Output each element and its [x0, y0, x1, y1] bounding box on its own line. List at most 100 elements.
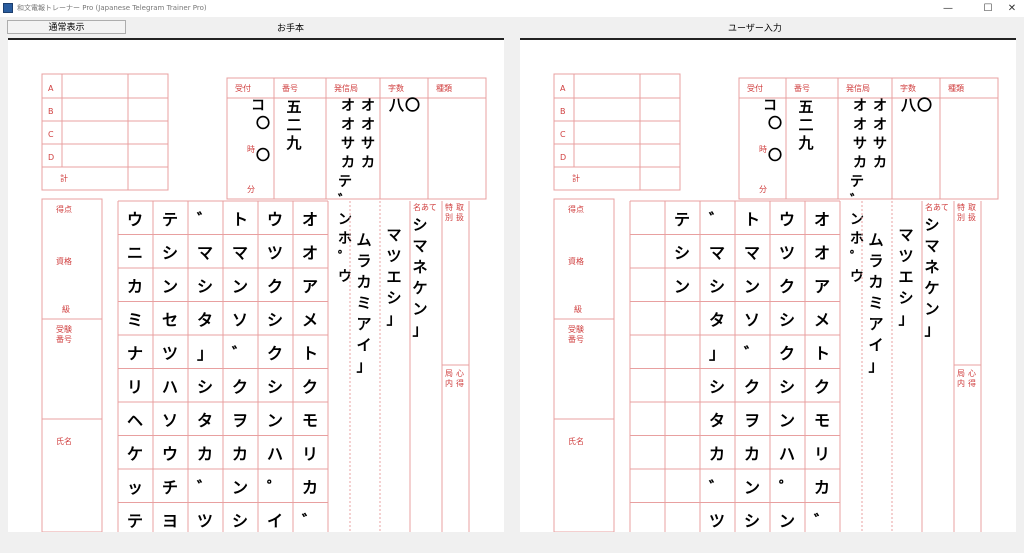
body-char: ツ: [709, 512, 725, 531]
address3-value: 」: [356, 357, 371, 375]
special-handling-label: 取: [968, 203, 976, 212]
score-label: 得点: [568, 204, 584, 214]
user-panel[interactable]: A B C D 計受付 番号 発信局 字数 種類コ〇〇時分五二九オオサカテ゛ンホ゜ウオオサカ八〇…: [520, 38, 1016, 532]
body-char: ヘ: [127, 411, 143, 430]
app-icon: [3, 3, 13, 13]
char-count-value: 八: [900, 96, 917, 114]
header-received-label: 受付: [235, 83, 251, 93]
close-button[interactable]: ✕: [1000, 1, 1024, 16]
origin-value: テ: [338, 174, 352, 190]
body-char: タ: [197, 311, 213, 330]
body-char: ア: [302, 277, 318, 296]
body-char: ヲ: [232, 411, 248, 430]
internal-note-label: 得: [968, 378, 976, 388]
minimize-button[interactable]: —: [936, 1, 960, 16]
minute-unit-label: 分: [247, 185, 255, 194]
model-telegram-form: ABCD計受付 番号 発信局 字数 種類コ〇〇時分五二九オオサカテ゛ンホ゜ウオオサカ八〇…: [41, 73, 487, 532]
body-char: ン: [779, 411, 795, 430]
view-mode-button[interactable]: 通常表示: [7, 20, 126, 34]
address2-value: エ: [898, 268, 913, 286]
addressee-value: ケ: [412, 279, 427, 297]
body-char: ツ: [779, 244, 795, 263]
body-char: リ: [814, 445, 830, 464]
body-char: ウ: [779, 210, 795, 229]
hour-unit-label: 時: [247, 145, 255, 154]
internal-note-label: 心: [456, 369, 464, 378]
grade-label: 級: [62, 304, 70, 314]
body-char: メ: [302, 311, 318, 330]
addressee-value: 」: [924, 321, 939, 339]
body-char: ヨ: [162, 512, 178, 531]
body-char: マ: [197, 244, 213, 263]
grid-box: [41, 318, 103, 420]
body-char: ツ: [197, 512, 213, 531]
body-char: ハ: [779, 445, 795, 464]
body-char: カ: [127, 277, 143, 296]
header-type-label: 種類: [948, 83, 964, 93]
body-char: テ: [162, 210, 178, 229]
body-char: ツ: [162, 344, 178, 363]
body-char: ク: [267, 344, 283, 363]
minute-unit-label: 分: [759, 185, 767, 194]
body-char: ゛: [231, 344, 248, 363]
body-char: タ: [709, 311, 725, 330]
maximize-button[interactable]: ☐: [976, 1, 1000, 16]
origin-value: オ: [361, 98, 375, 114]
origin-value: カ: [873, 155, 887, 171]
internal-note-label: 内: [957, 378, 965, 388]
body-char: カ: [709, 445, 725, 464]
body-char: ゛: [708, 210, 725, 229]
addressee-value: ネ: [924, 258, 939, 276]
address2-value: 」: [386, 310, 401, 328]
body-char: ク: [267, 277, 283, 296]
grid-box: [226, 77, 487, 200]
body-char: ト: [302, 344, 318, 363]
user-telegram-form[interactable]: ABCD計受付 番号 発信局 字数 種類コ〇〇時分五二九オオサカテ゛ンホ゜ウオオサカ八〇…: [520, 40, 1016, 532]
body-char: シ: [232, 512, 248, 531]
body-char: テ: [127, 512, 143, 531]
hour-unit-label: 時: [759, 145, 767, 154]
special-handling-label: 扱: [456, 212, 464, 222]
body-char: ゜: [267, 478, 283, 497]
address3-value: ア: [356, 315, 371, 333]
internal-note-label: 内: [445, 378, 453, 388]
qualification-label: 資格: [56, 256, 72, 266]
address2-value: 」: [898, 310, 913, 328]
side-row-B: B: [48, 107, 54, 116]
body-char: シ: [709, 277, 725, 296]
addressee-value: ケ: [924, 279, 939, 297]
origin-value: オ: [341, 98, 355, 114]
body-char: シ: [744, 512, 760, 531]
side-row-B: B: [560, 107, 566, 116]
body-char: オ: [814, 244, 830, 263]
body-char: ゛: [196, 478, 213, 497]
body-char: ウ: [267, 210, 283, 229]
body-char: ケ: [127, 445, 143, 464]
body-char: モ: [302, 411, 318, 430]
address3-value: カ: [868, 273, 883, 291]
header-number-label: 番号: [282, 83, 298, 93]
body-char: ウ: [162, 445, 178, 464]
body-char: ト: [814, 344, 830, 363]
body-char: ク: [744, 378, 760, 397]
body-char: タ: [197, 411, 213, 430]
body-char: モ: [814, 411, 830, 430]
body-char: シ: [162, 244, 178, 263]
body-char: メ: [814, 311, 830, 330]
body-char: シ: [197, 277, 213, 296]
body-char: ン: [779, 512, 795, 531]
body-char: ン: [232, 478, 248, 497]
address2-value: シ: [386, 289, 401, 307]
exam-number-label: 受験: [568, 324, 584, 334]
body-char: 」: [709, 344, 725, 363]
char-count-value: 〇: [917, 96, 932, 114]
number-value: 二: [286, 116, 301, 134]
grid-box: [41, 198, 103, 320]
internal-note-label: 心: [968, 369, 976, 378]
side-row-D: D: [560, 153, 566, 162]
body-char: ク: [779, 277, 795, 296]
received-value: コ: [251, 98, 265, 114]
number-value: 二: [798, 116, 813, 134]
address3-value: イ: [356, 336, 371, 354]
body-char: シ: [709, 378, 725, 397]
